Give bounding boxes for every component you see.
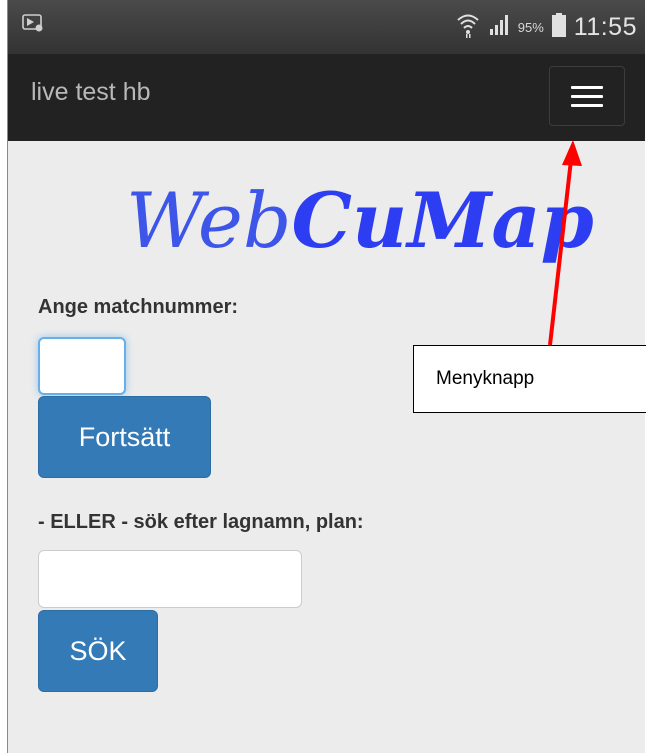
signal-icon xyxy=(488,14,510,41)
continue-button[interactable]: Fortsätt xyxy=(38,396,211,478)
screenshot-notification-icon xyxy=(22,14,44,32)
navbar-brand[interactable]: live test hb xyxy=(31,78,151,107)
status-bar: 95% 11:55 xyxy=(8,0,645,54)
logo-part-cumap: CuMap xyxy=(291,176,594,265)
webcumap-logo: WebCuMap xyxy=(126,176,594,266)
search-label: - ELLER - sök efter lagnamn, plan: xyxy=(38,511,364,533)
match-number-input[interactable] xyxy=(38,337,126,395)
status-clock: 11:55 xyxy=(573,12,637,41)
callout-text: Menyknapp xyxy=(436,368,535,389)
battery-percent: 95% xyxy=(517,19,544,35)
top-navbar: live test hb xyxy=(8,54,645,141)
match-number-label: Ange matchnummer: xyxy=(38,296,239,318)
status-icons: 95% 11:55 xyxy=(456,10,637,44)
menu-button-callout: Menyknapp xyxy=(413,345,646,413)
hamburger-menu-icon-bar xyxy=(571,94,603,98)
battery-icon xyxy=(551,12,566,42)
menu-button[interactable] xyxy=(549,66,625,126)
hamburger-menu-icon-bar xyxy=(571,103,603,107)
wifi-icon xyxy=(456,12,480,43)
search-input[interactable] xyxy=(38,550,302,608)
search-button[interactable]: SÖK xyxy=(38,610,158,692)
hamburger-menu-icon xyxy=(571,85,603,89)
logo-part-web: Web xyxy=(126,176,292,265)
